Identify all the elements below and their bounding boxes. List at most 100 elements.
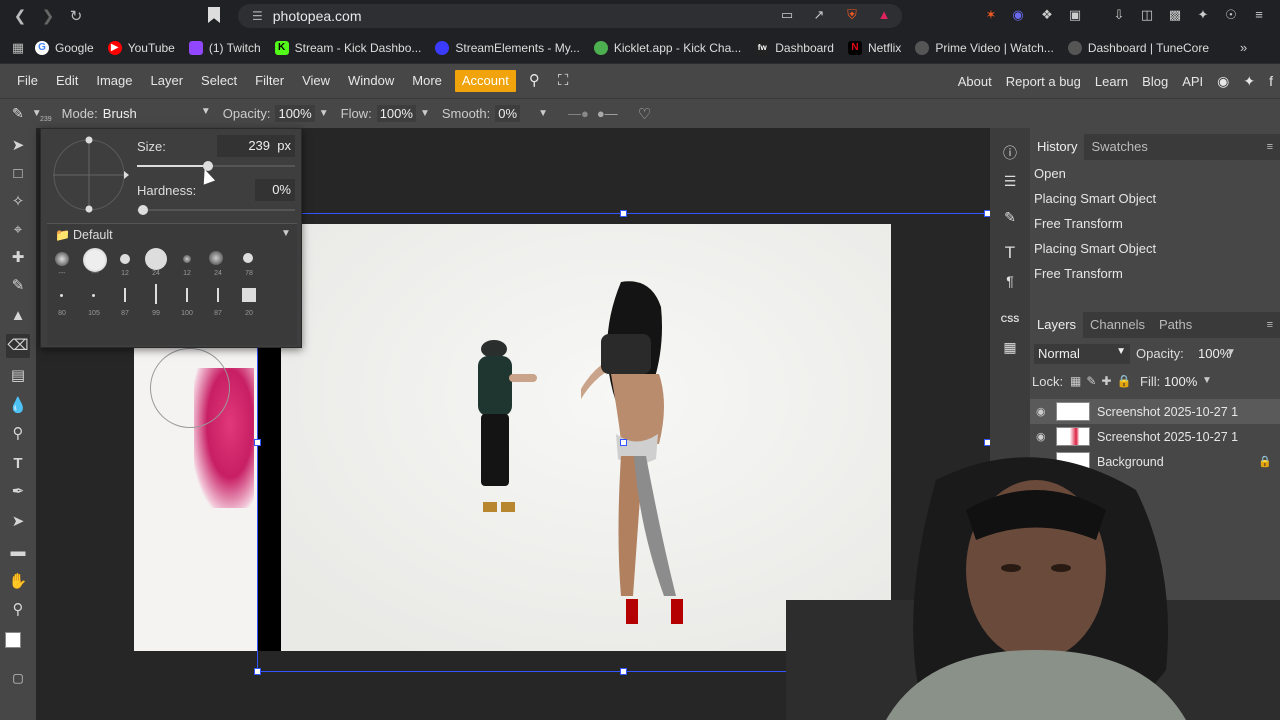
chevron-down-icon[interactable]: ▼ — [1202, 375, 1212, 386]
bookmark-netflix[interactable]: N Netflix — [841, 36, 908, 60]
hardness-slider-track[interactable] — [137, 209, 295, 211]
brave-shield-icon[interactable]: ⛨ — [843, 6, 861, 24]
brush-preset[interactable] — [145, 248, 167, 270]
download-icon[interactable]: ⇩ — [1110, 6, 1128, 24]
brush-preset[interactable] — [55, 252, 69, 266]
share-icon[interactable]: ↗ — [810, 6, 828, 24]
properties-icon[interactable]: ☰ — [998, 170, 1022, 192]
brush-preset[interactable] — [186, 288, 188, 302]
type-tool-icon[interactable]: T — [6, 452, 30, 476]
eraser-tool-icon[interactable]: ⌫ — [6, 334, 30, 358]
brush-tool-icon[interactable]: ✎ — [6, 274, 30, 298]
hand-tool-icon[interactable]: ✋ — [6, 570, 30, 594]
tab-swatches[interactable]: Swatches — [1084, 134, 1154, 160]
tab-channels[interactable]: Channels — [1083, 312, 1152, 338]
brush-panel-icon[interactable]: ✎ — [998, 206, 1022, 228]
api-link[interactable]: API — [1175, 74, 1210, 89]
search-icon[interactable]: ⚲ — [520, 64, 549, 98]
lock-icons[interactable]: ▦✎✚🔒 — [1070, 374, 1136, 388]
info-icon[interactable]: ⓘ — [998, 142, 1022, 164]
brush-preset[interactable] — [209, 251, 223, 265]
quick-mask-icon[interactable]: ▢ — [6, 666, 30, 690]
brush-preset[interactable] — [92, 294, 95, 297]
magic-wand-icon[interactable]: ✧ — [6, 190, 30, 214]
layer-row[interactable]: ◉ Screenshot 2025-10-27 1 — [1030, 399, 1280, 424]
panel-menu-icon[interactable]: ≡ — [1260, 312, 1280, 338]
menu-filter[interactable]: Filter — [246, 64, 293, 98]
facebook-icon[interactable]: f — [1262, 73, 1280, 89]
bookmark-prime[interactable]: Prime Video | Watch... — [908, 36, 1061, 60]
bookmark-youtube[interactable]: ▶ YouTube — [101, 36, 182, 60]
healing-tool-icon[interactable]: ✚ — [6, 246, 30, 270]
transform-handle-center[interactable] — [620, 439, 627, 446]
menu-image[interactable]: Image — [87, 64, 141, 98]
brush-preset[interactable] — [242, 288, 256, 302]
reload-icon[interactable]: ↻ — [62, 2, 90, 30]
hardness-input[interactable]: 0% — [255, 179, 295, 201]
transform-handle-top[interactable] — [620, 210, 627, 217]
bookmark-icon[interactable] — [208, 7, 220, 23]
pressure2-icon[interactable]: ●— — [597, 106, 618, 121]
wallet-icon[interactable]: ▩ — [1166, 6, 1184, 24]
address-bar[interactable]: ☰ photopea.com — [238, 4, 902, 28]
zoom-tool-icon[interactable]: ⚲ — [6, 598, 30, 622]
menu-icon[interactable]: ≡ — [1250, 6, 1268, 24]
path-select-icon[interactable]: ➤ — [6, 510, 30, 534]
pressure-icon[interactable]: —● — [568, 106, 589, 121]
more-bookmarks-icon[interactable]: » — [1240, 40, 1247, 55]
sidebar-icon[interactable]: ◫ — [1138, 6, 1156, 24]
brush-preset[interactable] — [124, 288, 126, 302]
forward-icon[interactable]: ❯ — [34, 2, 62, 30]
tab-layers[interactable]: Layers — [1030, 312, 1084, 338]
twitter-icon[interactable]: ✦ — [1236, 73, 1262, 90]
tab-history[interactable]: History — [1030, 134, 1085, 160]
chevron-down-icon[interactable]: ▼ — [1226, 347, 1236, 358]
bookmark-streamelements[interactable]: StreamElements - My... — [428, 36, 586, 60]
menu-edit[interactable]: Edit — [47, 64, 87, 98]
menu-window[interactable]: Window — [339, 64, 403, 98]
blur-tool-icon[interactable]: 💧 — [6, 394, 30, 418]
report-bug-link[interactable]: Report a bug — [999, 74, 1088, 89]
brush-preset[interactable] — [155, 284, 157, 304]
bookmark-google[interactable]: G Google — [28, 36, 101, 60]
brush-preset[interactable] — [120, 254, 130, 264]
bookmark-dashboard[interactable]: fw Dashboard — [748, 36, 841, 60]
bookmark-kick[interactable]: K Stream - Kick Dashbo... — [268, 36, 429, 60]
eraser-preset-icon[interactable]: ✎ — [12, 105, 24, 122]
brush-preset[interactable] — [83, 248, 107, 272]
menu-select[interactable]: Select — [192, 64, 246, 98]
brush-preset[interactable] — [183, 255, 191, 263]
rewards-icon[interactable]: ▲ — [875, 6, 893, 24]
extension2-icon[interactable]: ◉ — [1009, 6, 1027, 24]
foreground-color-swatch[interactable] — [5, 632, 21, 648]
site-settings-icon[interactable]: ☰ — [252, 9, 263, 23]
history-item[interactable]: Free Transform — [1034, 266, 1123, 281]
chevron-down-icon[interactable]: ▼ — [281, 228, 291, 239]
hardness-slider-handle[interactable] — [138, 205, 148, 215]
opacity-caret-icon[interactable]: ▼ — [319, 108, 329, 119]
opacity-input[interactable]: 100% — [275, 105, 315, 122]
extension-icon[interactable]: ✶ — [982, 6, 1000, 24]
move-tool-icon[interactable]: ➤ — [6, 134, 30, 158]
about-link[interactable]: About — [951, 74, 999, 89]
marquee-tool-icon[interactable]: □ — [6, 162, 30, 186]
leo-icon[interactable]: ✦ — [1194, 6, 1212, 24]
panel-menu-icon[interactable]: ≡ — [1260, 134, 1280, 160]
mode-select[interactable]: Brush ▼ — [102, 106, 211, 121]
size-input[interactable]: 239 px — [217, 135, 295, 157]
transform-handle-bottom-left[interactable] — [254, 668, 261, 675]
pen-tool-icon[interactable]: ✒ — [6, 480, 30, 504]
fill-input[interactable]: 100% — [1164, 374, 1197, 389]
image-icon[interactable]: ▦ — [998, 336, 1022, 358]
flow-input[interactable]: 100% — [376, 105, 416, 122]
apps-icon[interactable]: ▦ — [8, 34, 28, 62]
history-item[interactable]: Free Transform — [1034, 216, 1123, 231]
shape-tool-icon[interactable]: ▬ — [6, 540, 30, 564]
eye-icon[interactable]: ◉ — [1036, 405, 1050, 418]
bookmark-twitch[interactable]: (1) Twitch — [182, 36, 268, 60]
brush-preset[interactable] — [217, 288, 219, 302]
brush-preset[interactable] — [243, 253, 253, 263]
reddit-icon[interactable]: ◉ — [1210, 73, 1236, 90]
tab-paths[interactable]: Paths — [1152, 312, 1199, 338]
menu-layer[interactable]: Layer — [142, 64, 193, 98]
